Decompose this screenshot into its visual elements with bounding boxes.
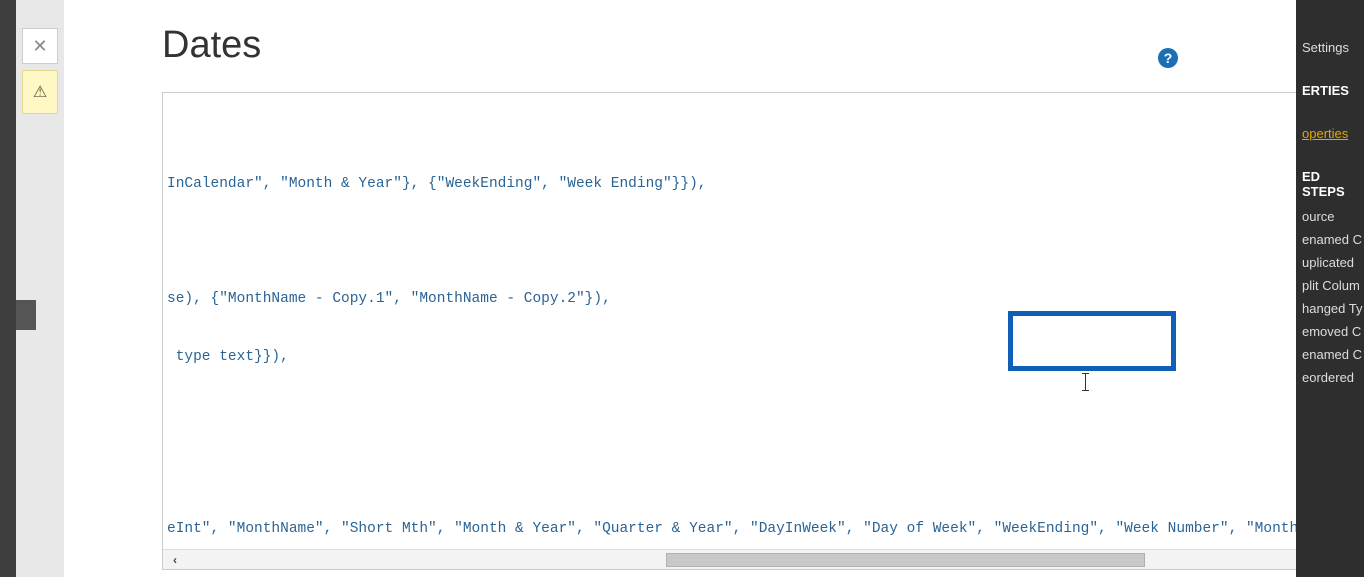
page-title: Dates bbox=[162, 24, 261, 67]
right-panel: Settings ERTIES operties ED STEPS ource … bbox=[1296, 0, 1364, 577]
applied-step[interactable]: ource bbox=[1296, 205, 1364, 228]
code-line[interactable]: type text}}), bbox=[163, 347, 1325, 365]
tab-indicator bbox=[16, 300, 36, 330]
main-panel: Dates ? InCalendar", "Month & Year"}, {"… bbox=[64, 0, 1296, 577]
advanced-editor[interactable]: InCalendar", "Month & Year"}, {"WeekEndi… bbox=[162, 92, 1326, 570]
properties-header: ERTIES bbox=[1296, 77, 1364, 104]
applied-step[interactable]: hanged Ty bbox=[1296, 297, 1364, 320]
applied-steps-header: ED STEPS bbox=[1296, 163, 1364, 205]
close-button[interactable]: ✕ bbox=[22, 28, 58, 64]
text-cursor bbox=[1085, 373, 1086, 391]
applied-step[interactable]: eordered bbox=[1296, 366, 1364, 389]
code-line[interactable]: eInt", "MonthName", "Short Mth", "Month … bbox=[163, 519, 1325, 537]
warning-icon: ⚠ bbox=[22, 70, 58, 114]
applied-step[interactable]: plit Colum bbox=[1296, 274, 1364, 297]
applied-step[interactable]: emoved C bbox=[1296, 320, 1364, 343]
scroll-left-arrow[interactable]: ‹ bbox=[163, 550, 187, 570]
horizontal-scrollbar[interactable]: ‹ › bbox=[163, 549, 1325, 569]
left-dark-strip bbox=[0, 0, 16, 577]
settings-tab[interactable]: Settings bbox=[1296, 36, 1364, 59]
editor-content[interactable]: InCalendar", "Month & Year"}, {"WeekEndi… bbox=[163, 93, 1325, 570]
scroll-track[interactable] bbox=[187, 553, 1301, 567]
code-line[interactable]: se), {"MonthName - Copy.1", "MonthName -… bbox=[163, 289, 1325, 307]
scroll-thumb[interactable] bbox=[666, 553, 1145, 567]
applied-step[interactable]: enamed C bbox=[1296, 343, 1364, 366]
help-icon[interactable]: ? bbox=[1158, 48, 1178, 68]
code-line[interactable]: InCalendar", "Month & Year"}, {"WeekEndi… bbox=[163, 174, 1325, 192]
applied-step[interactable]: uplicated bbox=[1296, 251, 1364, 274]
applied-step[interactable]: enamed C bbox=[1296, 228, 1364, 251]
all-properties-link[interactable]: operties bbox=[1296, 122, 1364, 145]
